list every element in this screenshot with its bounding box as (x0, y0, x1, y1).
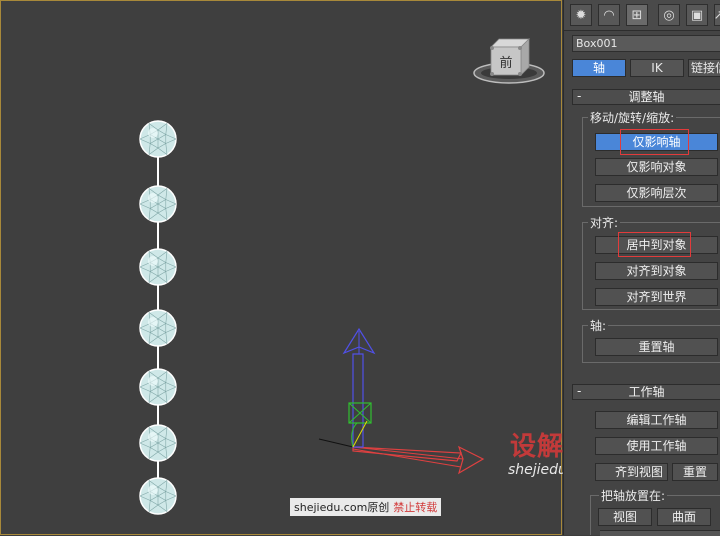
affect-pivot-only-button[interactable]: 仅影响轴 (595, 133, 718, 151)
sphere[interactable] (139, 477, 177, 515)
affect-object-only-button[interactable]: 仅影响对象 (595, 158, 718, 176)
tab-pivot[interactable]: 轴 (572, 59, 626, 77)
working-pivot-rollout-header[interactable]: - 工作轴 (572, 384, 720, 400)
utilities-icon[interactable]: ↗ (714, 4, 720, 26)
sphere[interactable] (139, 368, 177, 406)
hierarchy-icon[interactable]: ⊞ (626, 4, 648, 26)
perspective-viewport[interactable]: 前 shejiedu.com原创 禁止转载 (0, 0, 562, 535)
command-panel-tabs: ✹ ◠ ⊞ ◎ ▣ ↗ (564, 0, 720, 31)
tab-ik[interactable]: IK (630, 59, 684, 77)
center-to-object-button[interactable]: 居中到对象 (595, 236, 718, 254)
collapse-toggle[interactable]: - (577, 89, 581, 103)
object-name-field[interactable]: Box001 (572, 35, 720, 52)
rollout-title: 工作轴 (628, 385, 665, 399)
use-working-pivot-button[interactable]: 使用工作轴 (595, 437, 718, 455)
adjust-pivot-rollout-header[interactable]: - 调整轴 (572, 89, 720, 105)
collapse-toggle[interactable]: - (577, 384, 581, 398)
sphere[interactable] (139, 185, 177, 223)
edit-working-pivot-button[interactable]: 编辑工作轴 (595, 411, 718, 429)
sphere[interactable] (139, 309, 177, 347)
cut-off-control (600, 530, 720, 536)
align-to-object-button[interactable]: 对齐到对象 (595, 262, 718, 280)
source-warning: 禁止转载 (393, 501, 438, 514)
command-panel: ✹ ◠ ⊞ ◎ ▣ ↗ Box001 轴 IK 链接信 - 调整轴 移动/旋转/… (563, 0, 720, 536)
motion-icon[interactable]: ◎ (658, 4, 680, 26)
place-on-view-button[interactable]: 视图 (598, 508, 652, 526)
align-to-view-button[interactable]: 齐到视图 (595, 463, 668, 481)
group-label: 把轴放置在: (599, 487, 668, 504)
transform-gizmo[interactable] (318, 327, 485, 475)
viewport-scene: 前 (139, 38, 545, 515)
group-label: 对齐: (588, 214, 621, 231)
align-to-world-button[interactable]: 对齐到世界 (595, 288, 718, 306)
sphere[interactable] (139, 424, 177, 462)
source-site: shejiedu.com原创 (294, 501, 390, 514)
display-icon[interactable]: ▣ (686, 4, 708, 26)
rollout-title: 调整轴 (628, 90, 665, 104)
reset-pivot-button[interactable]: 重置轴 (595, 338, 718, 356)
group-label: 移动/旋转/缩放: (588, 109, 677, 126)
group-label: 轴: (588, 317, 609, 334)
affect-hierarchy-only-button[interactable]: 仅影响层次 (595, 184, 718, 202)
modify-arc-icon[interactable]: ◠ (598, 4, 620, 26)
viewcube-face-label: 前 (499, 55, 512, 71)
tab-link-info[interactable]: 链接信 (688, 59, 720, 77)
sphere[interactable] (139, 248, 177, 286)
sphere[interactable] (139, 120, 177, 158)
viewcube[interactable]: 前 (473, 38, 545, 84)
place-on-surface-button[interactable]: 曲面 (657, 508, 711, 526)
create-sun-icon[interactable]: ✹ (570, 4, 592, 26)
reset-button[interactable]: 重置 (672, 463, 718, 481)
source-credit: shejiedu.com原创 禁止转载 (290, 498, 442, 516)
